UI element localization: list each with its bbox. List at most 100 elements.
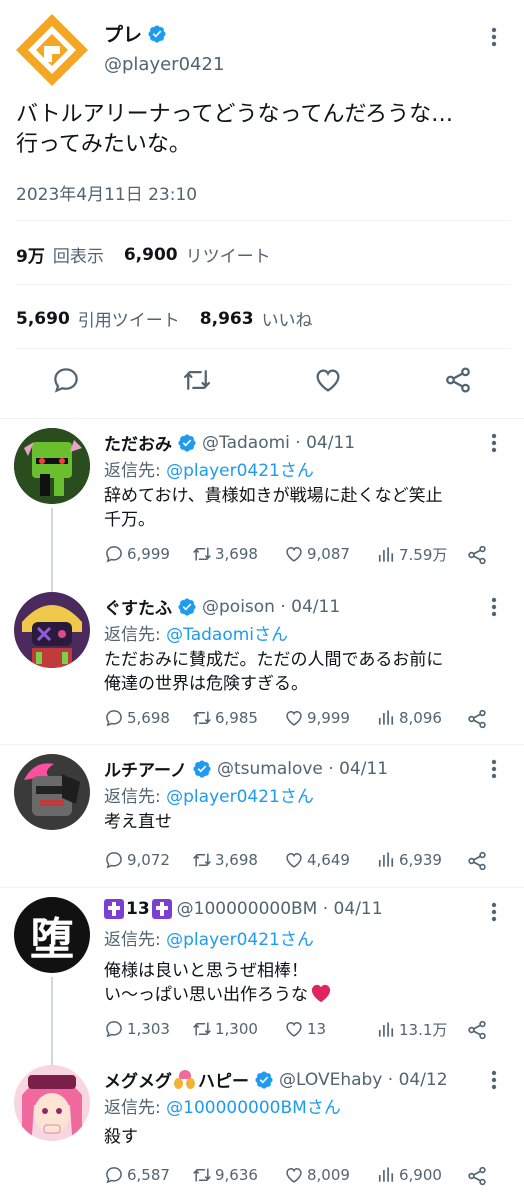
replying-to-link[interactable]: @Tadaomiさん bbox=[166, 625, 288, 645]
share-icon[interactable] bbox=[466, 708, 488, 734]
reply-action-bar: 6,587 9,636 8,009 6,900 bbox=[104, 1165, 504, 1189]
retweets-count[interactable]: 6,900 bbox=[124, 245, 178, 265]
more-options-icon[interactable] bbox=[486, 901, 502, 923]
retweet-count: 3,698 bbox=[215, 851, 258, 869]
reply-author-handle[interactable]: @poison · 04/11 bbox=[202, 597, 340, 617]
reply-count: 6,999 bbox=[127, 545, 170, 563]
quotes-count[interactable]: 5,690 bbox=[16, 309, 70, 329]
reply-author-name-suffix[interactable]: ハピー bbox=[198, 1067, 249, 1092]
replying-to: 返信先: @100000000BMさん bbox=[104, 1093, 341, 1118]
stats-row-views-retweets: 9万 回表示 6,900 リツイート bbox=[16, 242, 291, 268]
avatar[interactable] bbox=[14, 428, 90, 504]
more-options-icon[interactable] bbox=[486, 596, 502, 618]
retweet-icon[interactable]: 6,985 bbox=[192, 708, 258, 728]
stats-row-quotes-likes: 5,690 引用ツイート 8,963 いいね bbox=[16, 306, 333, 332]
divider bbox=[16, 284, 510, 285]
heart-icon[interactable]: 4,649 bbox=[284, 850, 350, 870]
more-options-icon[interactable] bbox=[486, 26, 502, 48]
heart-icon[interactable]: 13 bbox=[284, 1019, 326, 1039]
reply-tweet[interactable]: ぐすたふ @poison · 04/11 返信先: @Tadaomiさん ただお… bbox=[0, 582, 524, 744]
replying-to-prefix: 返信先: bbox=[104, 787, 167, 807]
avatar[interactable] bbox=[14, 592, 90, 668]
avatar[interactable] bbox=[14, 12, 90, 88]
cross-emoji-icon bbox=[104, 899, 124, 919]
reply-action-bar: 9,072 3,698 4,649 6,939 bbox=[104, 850, 504, 874]
share-icon[interactable] bbox=[466, 850, 488, 876]
replying-to-link[interactable]: @100000000BMさん bbox=[166, 1098, 341, 1118]
views-count: 6,939 bbox=[399, 851, 442, 869]
avatar[interactable]: 堕 bbox=[14, 897, 90, 973]
replying-to-link[interactable]: @player0421さん bbox=[166, 930, 314, 950]
avatar-image bbox=[14, 1065, 90, 1141]
replying-to-link[interactable]: @player0421さん bbox=[166, 787, 314, 807]
retweets-label[interactable]: リツイート bbox=[186, 242, 271, 267]
reply-icon[interactable]: 9,072 bbox=[104, 850, 170, 870]
reply-text: ただおみに賛成だ。ただの人間であるお前に 俺達の世界は危険すぎる。 bbox=[104, 650, 444, 694]
reply-author-handle[interactable]: @Tadaomi · 04/11 bbox=[202, 433, 355, 453]
reply-author-name[interactable]: 13 bbox=[126, 899, 150, 919]
replying-to-prefix: 返信先: bbox=[104, 930, 167, 950]
reply-author-handle[interactable]: @100000000BM · 04/11 bbox=[177, 899, 383, 919]
reply-header: ぐすたふ @poison · 04/11 bbox=[104, 594, 340, 620]
reply-icon[interactable]: 1,303 bbox=[104, 1019, 170, 1039]
avatar[interactable] bbox=[14, 754, 90, 830]
reply-text: 辞めておけ、貴様如きが戦場に赴くなど笑止 千万。 bbox=[104, 486, 443, 530]
replying-to-link[interactable]: @player0421さん bbox=[166, 461, 314, 481]
reply-tweet[interactable]: ただおみ @Tadaomi · 04/11 返信先: @player0421さん… bbox=[0, 418, 524, 582]
author-name[interactable]: プレ bbox=[104, 20, 167, 47]
more-options-icon[interactable] bbox=[486, 1069, 502, 1091]
reply-author-name[interactable]: ルチアーノ bbox=[104, 756, 187, 781]
reply-author-name[interactable]: ぐすたふ bbox=[104, 594, 172, 619]
views-icon[interactable]: 6,900 bbox=[376, 1165, 442, 1185]
views-count: 8,096 bbox=[399, 709, 442, 727]
avatar-glyph: 堕 bbox=[30, 914, 74, 965]
retweet-icon[interactable]: 3,698 bbox=[192, 544, 258, 564]
thread-line bbox=[51, 977, 53, 1055]
views-icon[interactable]: 7.59万 bbox=[376, 544, 447, 565]
retweet-icon[interactable] bbox=[182, 365, 212, 395]
reply-author-name[interactable]: メグメグ bbox=[104, 1067, 172, 1092]
views-icon[interactable]: 8,096 bbox=[376, 708, 442, 728]
share-icon[interactable] bbox=[466, 1165, 488, 1191]
tweet-text: バトルアリーナってどうなってんだろうな… 行ってみたいな。 bbox=[16, 102, 454, 157]
reply-author-name[interactable]: ただおみ bbox=[104, 430, 172, 455]
more-options-icon[interactable] bbox=[486, 758, 502, 780]
heart-icon[interactable] bbox=[313, 365, 343, 395]
reply-action-bar: 5,698 6,985 9,999 8,096 bbox=[104, 708, 504, 732]
author-name-text: プレ bbox=[104, 24, 143, 46]
retweet-icon[interactable]: 3,698 bbox=[192, 850, 258, 870]
likes-count[interactable]: 8,963 bbox=[200, 309, 254, 329]
reply-icon[interactable]: 6,587 bbox=[104, 1165, 170, 1185]
views-icon[interactable]: 6,939 bbox=[376, 850, 442, 870]
heart-icon[interactable]: 9,087 bbox=[284, 544, 350, 564]
replying-to-prefix: 返信先: bbox=[104, 461, 167, 481]
retweet-icon[interactable]: 1,300 bbox=[192, 1019, 258, 1039]
share-icon[interactable] bbox=[466, 544, 488, 570]
more-options-icon[interactable] bbox=[486, 432, 502, 454]
avatar[interactable] bbox=[14, 1065, 90, 1141]
heart-icon[interactable]: 8,009 bbox=[284, 1165, 350, 1185]
reply-tweet[interactable]: ルチアーノ @tsumalove · 04/11 返信先: @player042… bbox=[0, 744, 524, 887]
reply-author-handle[interactable]: @LOVEhaby · 04/12 bbox=[279, 1070, 448, 1090]
reply-icon[interactable]: 5,698 bbox=[104, 708, 170, 728]
replying-to: 返信先: @player0421さん bbox=[104, 925, 314, 950]
verified-badge-icon bbox=[192, 759, 212, 779]
reply-text-body: 俺様は良いと思うぜ相棒！ い〜っぱい思い出作ろうな bbox=[104, 961, 308, 1005]
reply-author-handle[interactable]: @tsumalove · 04/11 bbox=[217, 759, 388, 779]
reply-tweet[interactable]: 堕 13 @100000000BM · 04/11 返信先: @player04… bbox=[0, 887, 524, 1055]
tweet-timestamp[interactable]: 2023年4月11日 23:10 bbox=[16, 180, 197, 205]
reply-icon[interactable] bbox=[51, 365, 81, 395]
quotes-label[interactable]: 引用ツイート bbox=[78, 306, 180, 331]
retweet-icon[interactable]: 9,636 bbox=[192, 1165, 258, 1185]
views-icon[interactable]: 13.1万 bbox=[376, 1019, 447, 1040]
reply-icon[interactable]: 6,999 bbox=[104, 544, 170, 564]
share-icon[interactable] bbox=[466, 1019, 488, 1045]
avatar-image bbox=[14, 428, 90, 504]
likes-label[interactable]: いいね bbox=[262, 306, 313, 331]
author-handle[interactable]: @player0421 bbox=[104, 54, 224, 75]
reply-tweet[interactable]: メグメグ ハピー @LOVEhaby · 04/12 返信先: @1000000… bbox=[0, 1055, 524, 1200]
tweet-action-bar bbox=[0, 365, 524, 401]
heart-icon[interactable]: 9,999 bbox=[284, 708, 350, 728]
divider bbox=[16, 220, 510, 221]
share-icon[interactable] bbox=[443, 365, 473, 395]
